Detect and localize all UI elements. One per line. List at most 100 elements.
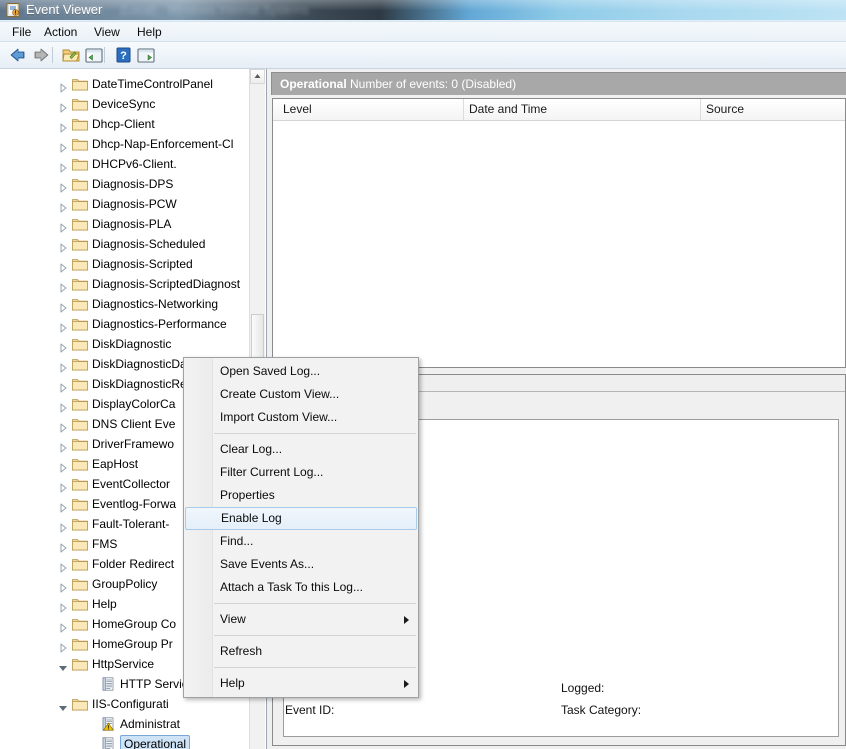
tree-item[interactable]: Diagnosis-Scheduled [0,234,252,254]
folder-icon [72,697,88,711]
folder-icon [72,137,88,151]
tree-item-label: EventCollector [92,477,171,491]
ctx-attach-task[interactable]: Attach a Task To this Log... [184,576,418,599]
column-header-date-and-time[interactable]: Date and Time [469,102,547,116]
tree-item[interactable]: Diagnosis-PLA [0,214,252,234]
ctx-properties[interactable]: Properties [184,484,418,507]
tree-item[interactable]: Diagnosis-Scripted [0,254,252,274]
chevron-right-icon[interactable] [58,79,68,93]
column-header-level[interactable]: Level [283,102,312,116]
chevron-right-icon[interactable] [58,419,68,433]
scroll-up-arrow[interactable] [250,69,265,84]
chevron-right-icon[interactable] [58,219,68,233]
menu-view[interactable]: View [90,25,124,39]
tree-item-label: DeviceSync [92,97,156,111]
menu-action[interactable]: Action [40,25,81,39]
menu-help[interactable]: Help [133,25,166,39]
log-icon [100,737,116,749]
chevron-right-icon[interactable] [58,379,68,393]
folder-icon [72,377,88,391]
chevron-down-icon[interactable] [58,659,68,671]
tree-item-label: Folder Redirect [92,557,175,571]
tree-item[interactable]: DateTimeControlPanel [0,74,252,94]
chevron-right-icon[interactable] [58,239,68,253]
ctx-clear-log[interactable]: Clear Log... [184,438,418,461]
tree-item[interactable]: DHCPv6-Client. [0,154,252,174]
chevron-right-icon[interactable] [58,259,68,273]
chevron-right-icon[interactable] [58,539,68,553]
chevron-right-icon[interactable] [58,179,68,193]
context-menu-item-label: Open Saved Log... [220,364,321,378]
chevron-right-icon[interactable] [58,399,68,413]
console-tree-icon-button[interactable] [83,45,105,65]
column-divider[interactable] [463,99,464,120]
chevron-right-icon[interactable] [58,579,68,593]
ctx-enable-log[interactable]: Enable Log [185,507,417,530]
ctx-filter-current-log[interactable]: Filter Current Log... [184,461,418,484]
tree-item[interactable]: Administrat [0,714,252,734]
chevron-right-icon[interactable] [58,199,68,213]
chevron-right-icon[interactable] [58,319,68,333]
chevron-right-icon[interactable] [58,359,68,373]
tree-item[interactable]: Diagnosis-DPS [0,174,252,194]
submenu-arrow-icon [404,680,409,688]
action-pane-icon-button[interactable] [135,45,157,65]
tree-item-label: Eventlog-Forwa [92,497,177,511]
folder-icon [72,277,88,291]
chevron-right-icon[interactable] [58,339,68,353]
tree-item-label: HttpService [92,657,155,671]
chevron-right-icon[interactable] [58,619,68,633]
tree-item[interactable]: Operational [0,734,252,749]
ctx-find[interactable]: Find... [184,530,418,553]
tree-item[interactable]: Diagnostics-Performance [0,314,252,334]
chevron-right-icon[interactable] [58,559,68,573]
tree-item[interactable]: Diagnosis-ScriptedDiagnost [0,274,252,294]
chevron-right-icon[interactable] [58,119,68,133]
back-button[interactable] [6,45,28,65]
folder-icon [72,317,88,331]
tree-item[interactable]: Diagnostics-Networking [0,294,252,314]
open-folder-button[interactable] [60,45,82,65]
chevron-right-icon[interactable] [58,159,68,173]
context-menu-separator [214,603,416,604]
context-menu[interactable]: Open Saved Log... Create Custom View... Im… [183,357,419,698]
chevron-right-icon[interactable] [58,139,68,153]
chevron-right-icon[interactable] [58,499,68,513]
submenu-arrow-icon [404,616,409,624]
ctx-open-saved-log[interactable]: Open Saved Log... [184,360,418,383]
chevron-right-icon[interactable] [58,519,68,533]
folder-icon [72,357,88,371]
ctx-import-custom-view[interactable]: Import Custom View... [184,406,418,429]
folder-icon [72,237,88,251]
ctx-view[interactable]: View [184,608,418,631]
chevron-right-icon[interactable] [58,599,68,613]
tree-item[interactable]: Dhcp-Client [0,114,252,134]
ctx-refresh[interactable]: Refresh [184,640,418,663]
chevron-right-icon[interactable] [58,299,68,313]
chevron-right-icon[interactable] [58,99,68,113]
field-label-logged: Logged: [561,681,605,695]
event-count-label: Number of events: 0 (Disabled) [350,77,517,91]
tree-item-label: HomeGroup Pr [92,637,173,651]
menu-file[interactable]: File [8,25,35,39]
tree-item[interactable]: Diagnosis-PCW [0,194,252,214]
ctx-help[interactable]: Help [184,672,418,695]
question-mark-icon-button[interactable]: ? [112,45,134,65]
forward-button[interactable] [31,45,53,65]
chevron-right-icon[interactable] [58,639,68,653]
folder-icon [72,217,88,231]
ctx-save-events-as[interactable]: Save Events As... [184,553,418,576]
column-header-source[interactable]: Source [706,102,744,116]
chevron-right-icon[interactable] [58,279,68,293]
chevron-right-icon[interactable] [58,459,68,473]
tree-item[interactable]: Dhcp-Nap-Enforcement-Cl [0,134,252,154]
chevron-down-icon[interactable] [58,699,68,711]
ctx-create-custom-view[interactable]: Create Custom View... [184,383,418,406]
chevron-right-icon[interactable] [58,439,68,453]
tree-item[interactable]: DiskDiagnostic [0,334,252,354]
context-menu-item-label: Find... [220,534,254,548]
tree-item[interactable]: DeviceSync [0,94,252,114]
chevron-right-icon[interactable] [58,479,68,493]
column-divider[interactable] [700,99,701,120]
events-list[interactable]: Level Date and Time Source [272,98,846,368]
